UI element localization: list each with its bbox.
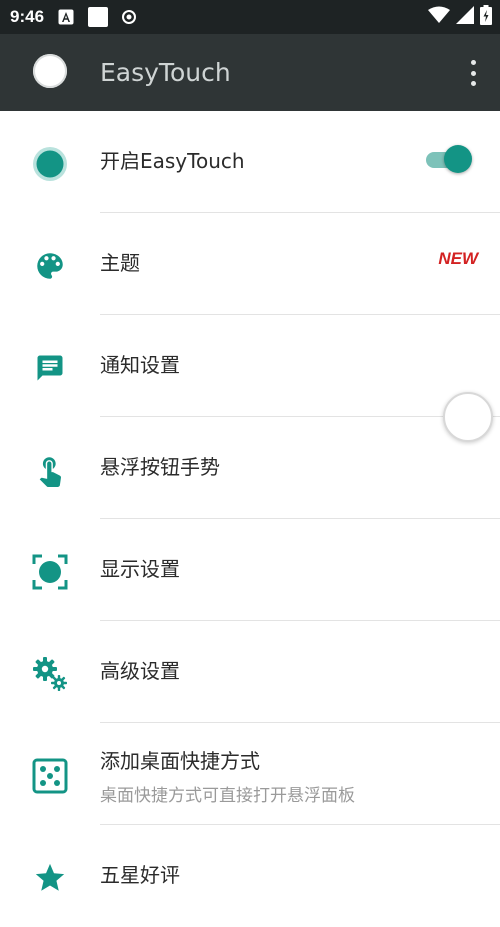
menu-item-rate-five-stars[interactable]: 五星好评 xyxy=(0,825,500,927)
floating-touch-button[interactable] xyxy=(443,392,493,442)
menu-item-theme[interactable]: 主题 NEW xyxy=(0,213,500,315)
menu-item-add-shortcut[interactable]: 添加桌面快捷方式 桌面快捷方式可直接打开悬浮面板 xyxy=(0,723,500,825)
menu-item-label: 五星好评 xyxy=(100,863,180,887)
menu-item-label: 主题 xyxy=(100,251,140,275)
status-time: 9:46 xyxy=(10,7,45,26)
display-icon xyxy=(30,552,70,592)
menu-item-label: 悬浮按钮手势 xyxy=(100,455,220,479)
menu-item-enable-easytouch[interactable]: 开启EasyTouch xyxy=(0,111,500,213)
square-notification-icon xyxy=(88,7,109,27)
status-bar: 9:46 xyxy=(0,0,500,34)
palette-icon xyxy=(30,246,70,286)
touch-icon xyxy=(30,450,70,490)
menu-item-notification-settings[interactable]: 通知设置 xyxy=(0,315,500,417)
menu-item-label: 开启EasyTouch xyxy=(100,149,245,173)
app-logo-icon xyxy=(33,54,67,88)
menu-item-label: 显示设置 xyxy=(100,557,180,581)
app-title: EasyTouch xyxy=(100,58,231,87)
app-bar: EasyTouch xyxy=(0,34,500,111)
more-vert-icon[interactable] xyxy=(468,60,478,86)
message-icon xyxy=(30,348,70,388)
battery-icon xyxy=(480,5,492,29)
menu-item-label: 高级设置 xyxy=(100,659,180,683)
star-icon xyxy=(30,858,70,898)
menu-item-floating-button-gestures[interactable]: 悬浮按钮手势 xyxy=(0,417,500,519)
toggle-dot-icon xyxy=(30,144,70,184)
signal-icon xyxy=(456,6,474,28)
menu-item-advanced-settings[interactable]: 高级设置 xyxy=(0,621,500,723)
gears-icon xyxy=(30,654,70,694)
dice-icon xyxy=(30,756,70,796)
radio-notification-icon xyxy=(122,10,137,24)
menu-item-subtitle: 桌面快捷方式可直接打开悬浮面板 xyxy=(100,786,355,806)
menu-item-label: 添加桌面快捷方式 xyxy=(100,749,260,773)
a-notification-icon xyxy=(58,9,74,25)
menu-item-display-settings[interactable]: 显示设置 xyxy=(0,519,500,621)
new-badge: NEW xyxy=(438,249,478,268)
menu-item-label: 通知设置 xyxy=(100,353,180,377)
settings-list: 开启EasyTouch 主题 NEW 通知设置 悬浮按钮手势 显示设置 高级设置… xyxy=(0,111,500,927)
enable-switch[interactable] xyxy=(426,144,472,174)
wifi-icon xyxy=(428,6,450,28)
